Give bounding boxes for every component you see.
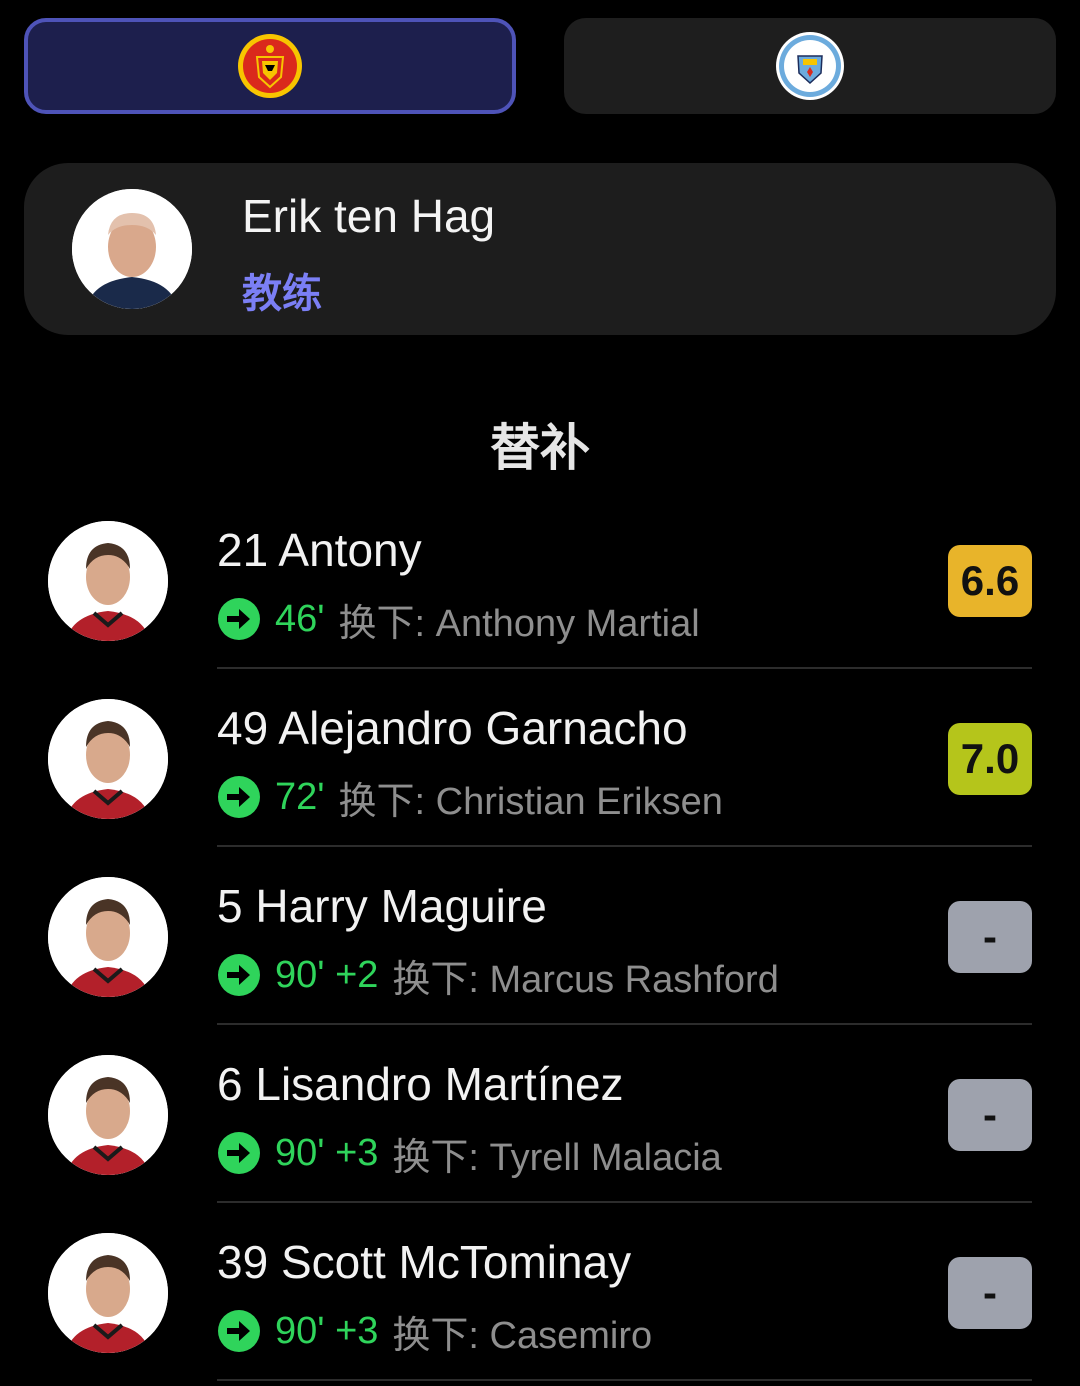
sub-off-player: 换下: Christian Eriksen <box>338 780 723 823</box>
sub-minute: 90' +2 <box>275 953 379 996</box>
substitution-info: 90' +3 换下: Casemiro <box>217 1307 652 1357</box>
player-avatar <box>48 877 168 997</box>
rating-badge: 7.0 <box>948 723 1032 795</box>
sub-off-player: 换下: Marcus Rashford <box>392 958 779 1001</box>
player-name: 49 Alejandro Garnacho <box>217 702 688 754</box>
substitution-info: 46' 换下: Anthony Martial <box>217 595 700 645</box>
player-portrait-icon <box>48 877 168 997</box>
player-portrait-icon <box>48 521 168 641</box>
player-name: 5 Harry Maguire <box>217 880 547 932</box>
sub-in-arrow-icon <box>218 1310 260 1352</box>
sub-in-arrow-icon <box>218 598 260 640</box>
substitutes-list: 21 Antony 46' 换下: Anthony Martial 6.6 49… <box>0 491 1080 1381</box>
player-name: 21 Antony <box>217 524 422 576</box>
coach-role: 教练 <box>242 271 322 317</box>
player-name: 6 Lisandro Martínez <box>217 1058 624 1110</box>
sub-minute: 90' +3 <box>275 1131 379 1174</box>
player-portrait-icon <box>48 1055 168 1175</box>
substitution-info: 90' +3 换下: Tyrell Malacia <box>217 1129 722 1179</box>
section-title: 替补 <box>490 419 590 477</box>
coach-card[interactable]: Erik ten Hag 教练 <box>24 163 1056 335</box>
substitution-info: 72' 换下: Christian Eriksen <box>217 773 723 823</box>
substitute-row[interactable]: 5 Harry Maguire 90' +2 换下: Marcus Rashfo… <box>0 847 1080 1025</box>
man-utd-crest-icon <box>238 34 302 98</box>
man-city-crest-icon <box>776 32 844 100</box>
sub-in-arrow-icon <box>218 1132 260 1174</box>
substitution-info: 90' +2 换下: Marcus Rashford <box>217 951 779 1001</box>
coach-name: Erik ten Hag <box>242 190 496 242</box>
substitute-row[interactable]: 39 Scott McTominay 90' +3 换下: Casemiro - <box>0 1203 1080 1381</box>
player-portrait-icon <box>48 699 168 819</box>
substitute-row[interactable]: 21 Antony 46' 换下: Anthony Martial 6.6 <box>0 491 1080 669</box>
sub-minute: 90' +3 <box>275 1309 379 1352</box>
sub-in-arrow-icon <box>218 776 260 818</box>
sub-minute: 46' <box>275 597 325 640</box>
rating-badge: - <box>948 1079 1032 1151</box>
player-avatar <box>48 521 168 641</box>
sub-in-arrow-icon <box>218 954 260 996</box>
substitute-row[interactable]: 6 Lisandro Martínez 90' +3 换下: Tyrell Ma… <box>0 1025 1080 1203</box>
team-selector <box>24 18 1056 116</box>
coach-portrait-icon <box>72 189 192 309</box>
player-avatar <box>48 1055 168 1175</box>
team-tab-home[interactable] <box>24 18 516 114</box>
sub-off-player: 换下: Tyrell Malacia <box>392 1136 722 1179</box>
rating-badge: - <box>948 901 1032 973</box>
row-divider <box>217 1379 1032 1381</box>
player-name: 39 Scott McTominay <box>217 1236 632 1288</box>
coach-avatar <box>72 189 192 309</box>
sub-minute: 72' <box>275 775 325 818</box>
player-avatar <box>48 699 168 819</box>
rating-badge: - <box>948 1257 1032 1329</box>
player-portrait-icon <box>48 1233 168 1353</box>
rating-badge: 6.6 <box>948 545 1032 617</box>
sub-off-player: 换下: Anthony Martial <box>338 602 700 645</box>
team-tab-away[interactable] <box>564 18 1056 114</box>
sub-off-player: 换下: Casemiro <box>392 1314 653 1357</box>
player-avatar <box>48 1233 168 1353</box>
substitute-row[interactable]: 49 Alejandro Garnacho 72' 换下: Christian … <box>0 669 1080 847</box>
